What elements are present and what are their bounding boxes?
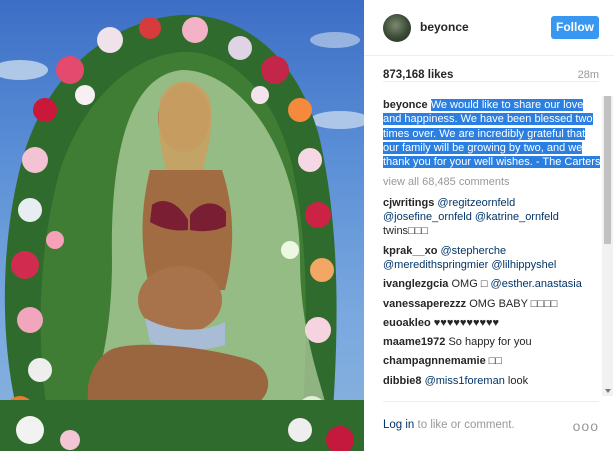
login-prompt-text: to like or comment. [414, 419, 515, 431]
comment-username[interactable]: cjwritings [383, 197, 434, 209]
comment-username[interactable]: dibbie8 [383, 375, 422, 387]
scroll-down-arrow-icon[interactable] [605, 389, 611, 393]
photo-illustration [0, 14, 364, 451]
comment-mentions[interactable]: @esther.anastasia [491, 278, 582, 290]
more-options-icon[interactable]: ooo [573, 418, 599, 434]
comments-scrollbar[interactable] [602, 96, 613, 396]
comment-username[interactable]: kprak__xo [383, 245, 437, 257]
post-photo[interactable] [0, 0, 364, 451]
post-username[interactable]: beyonce [420, 20, 469, 34]
post-footer: Log in to like or comment. ooo [383, 401, 599, 447]
comment-username[interactable]: maame1972 [383, 336, 445, 348]
comment-username[interactable]: vanessaperezzz [383, 298, 466, 310]
comment: kprak__xo @stepherche @meredithspringmie… [383, 244, 601, 273]
post-sidebar: beyonce Follow 873,168 likes 28m beyonce… [364, 0, 614, 451]
comment-text: look [507, 374, 529, 387]
comment-text: □□ [488, 355, 503, 368]
login-link[interactable]: Log in [383, 419, 414, 431]
login-prompt: Log in to like or comment. [383, 419, 515, 431]
comment-username[interactable]: champagnnemamie [383, 355, 486, 367]
comment-text: twins□□□ [383, 225, 428, 238]
comment: dibbie8 @miss1foreman look [383, 374, 601, 388]
comment: ivanglezgcia OMG □ @esther.anastasia [383, 277, 601, 291]
comment: champagnnemamie □□ [383, 354, 601, 368]
comments-list: beyonce We would like to share our love … [383, 98, 601, 398]
likes-count[interactable]: 873,168 likes [383, 69, 453, 81]
comment-mentions[interactable]: @miss1foreman [425, 375, 505, 387]
scrollbar-thumb[interactable] [604, 96, 611, 244]
comment: euoakleo ♥♥♥♥♥♥♥♥♥♥ [383, 316, 601, 330]
comment: maame1972 So happy for you [383, 335, 601, 349]
comment-text-before: OMG □ [451, 278, 488, 291]
comment-text: ♥♥♥♥♥♥♥♥♥♥ [433, 316, 500, 329]
post-header: beyonce Follow [364, 0, 614, 56]
caption-username[interactable]: beyonce [383, 99, 428, 111]
comment: cjwritings @regitzeornfeld @josefine_orn… [383, 196, 601, 239]
likes-row: 873,168 likes 28m [383, 64, 599, 82]
caption: beyonce We would like to share our love … [383, 98, 601, 169]
view-all-comments-link[interactable]: view all 68,485 comments [383, 175, 601, 189]
comment: vanessaperezzz OMG BABY □□□□ [383, 297, 601, 311]
comment-text: So happy for you [448, 336, 532, 349]
avatar[interactable] [383, 14, 411, 42]
comment-text: OMG BABY □□□□ [469, 297, 558, 310]
comment-username[interactable]: ivanglezgcia [383, 278, 448, 290]
follow-button[interactable]: Follow [551, 16, 599, 39]
post-time[interactable]: 28m [578, 69, 599, 81]
instagram-post-window: beyonce Follow 873,168 likes 28m beyonce… [0, 0, 614, 451]
comment-username[interactable]: euoakleo [383, 317, 431, 329]
